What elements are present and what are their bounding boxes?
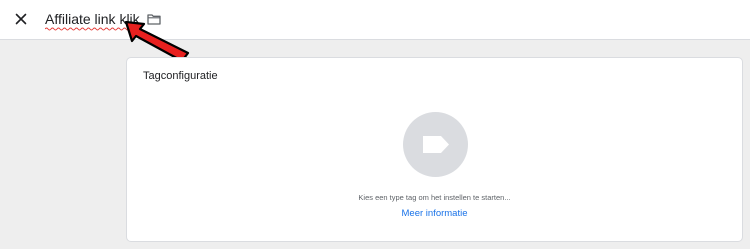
close-icon[interactable]	[13, 11, 29, 27]
tag-configuration-card: Tagconfiguratie Kies een type tag om het…	[126, 57, 743, 242]
tag-type-hint: Kies een type tag om het instellen te st…	[358, 193, 511, 202]
tag-icon	[423, 136, 449, 153]
learn-more-link[interactable]: Meer informatie	[127, 208, 742, 219]
choose-tag-type-button[interactable]	[403, 112, 468, 177]
top-bar: Affiliate link klik	[0, 0, 750, 40]
card-title: Tagconfiguratie	[143, 70, 218, 82]
